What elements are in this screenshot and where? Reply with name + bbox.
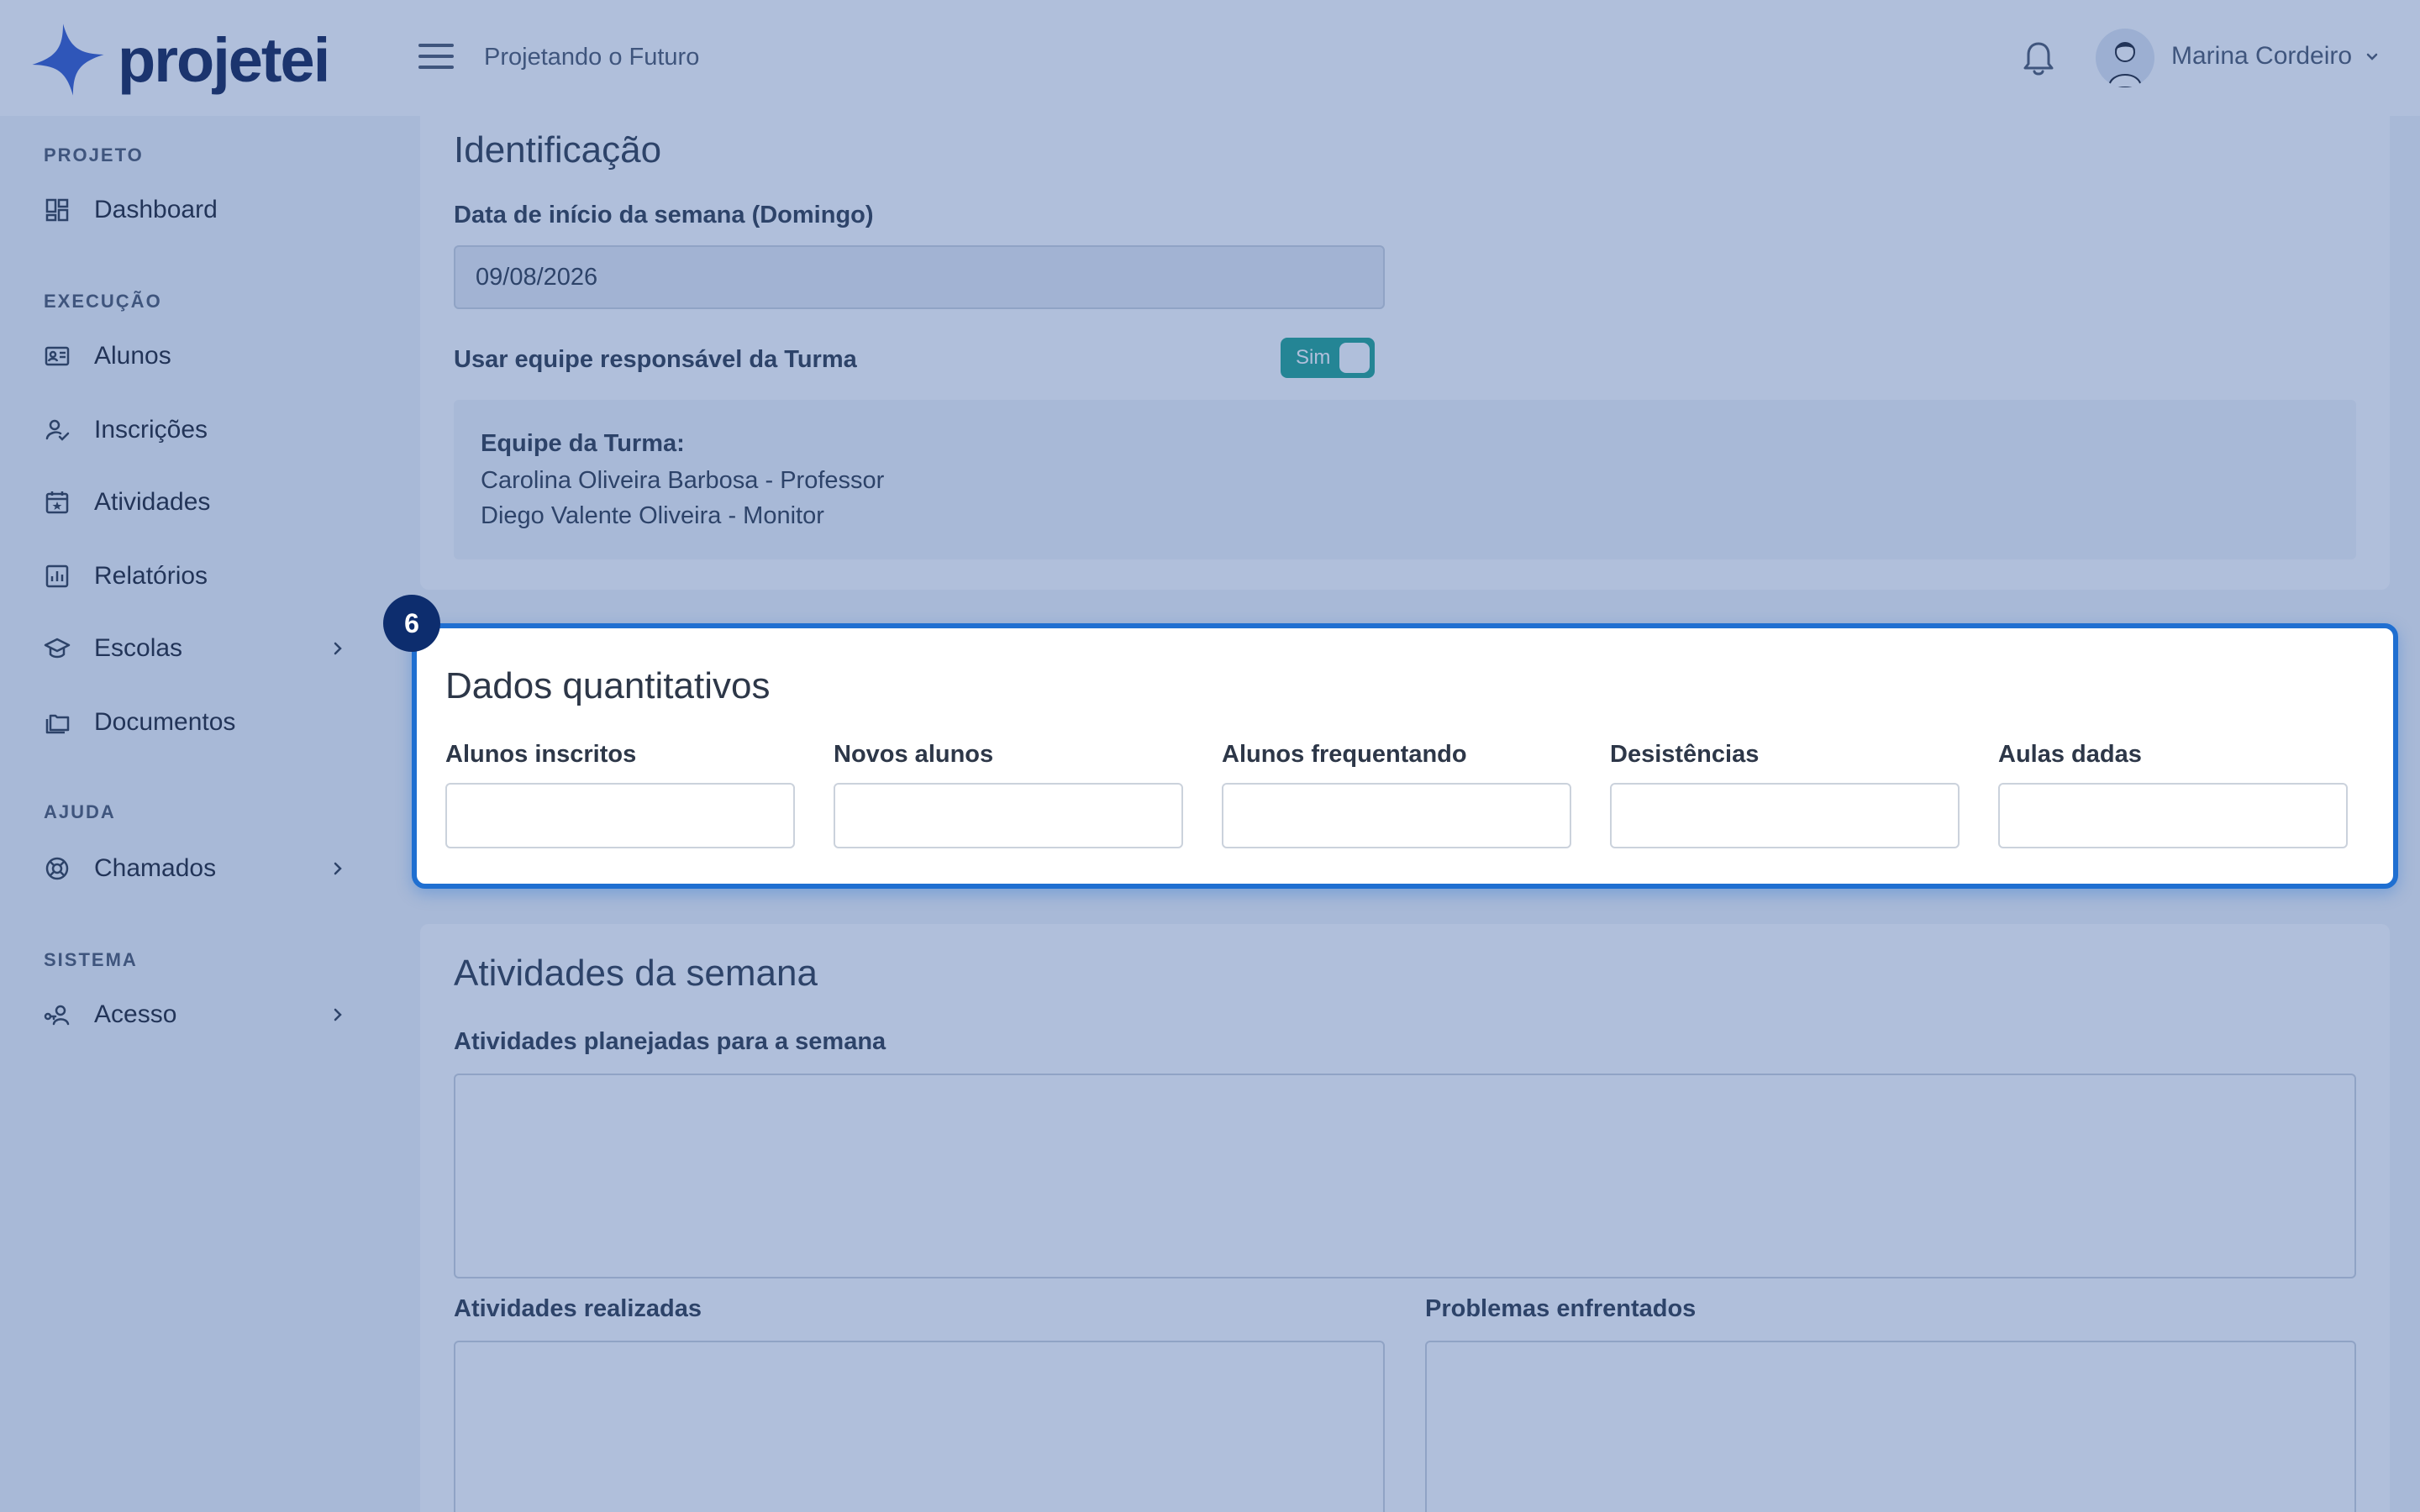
sidebar-item-label: Dashboard	[94, 196, 218, 223]
dados-quantitativos-card: Dados quantitativos Alunos inscritos Nov…	[412, 623, 2398, 889]
user-key-icon	[44, 1001, 71, 1028]
graduation-cap-icon	[44, 635, 71, 662]
user-avatar-icon	[2107, 42, 2143, 87]
sidebar-item-label: Atividades	[94, 488, 211, 516]
sidebar-item-label: Chamados	[94, 854, 217, 882]
chevron-right-icon[interactable]	[329, 640, 346, 657]
alunos-frequentando-input[interactable]	[1222, 783, 1571, 848]
menu-toggle-icon[interactable]	[418, 44, 454, 72]
use-team-toggle[interactable]: Sim	[1281, 338, 1375, 378]
toggle-knob	[1339, 343, 1370, 373]
desistencias-label: Desistências	[1610, 741, 1760, 768]
chevron-right-icon[interactable]	[329, 860, 346, 877]
user-name[interactable]: Marina Cordeiro	[2171, 42, 2352, 71]
lifebuoy-icon	[44, 855, 71, 882]
chevron-down-icon[interactable]	[2365, 49, 2380, 64]
team-info-box: Equipe da Turma: Carolina Oliveira Barbo…	[454, 400, 2356, 559]
alunos-inscritos-label: Alunos inscritos	[445, 741, 637, 768]
done-activities-label: Atividades realizadas	[454, 1295, 702, 1322]
bar-chart-icon	[44, 563, 71, 590]
sidebar-item-atividades[interactable]: Atividades	[44, 482, 346, 522]
sidebar-item-chamados[interactable]: Chamados	[44, 848, 346, 889]
sidebar-item-documentos[interactable]: Documentos	[44, 702, 346, 743]
sidebar-item-label: Acesso	[94, 1000, 177, 1028]
sidebar-item-escolas[interactable]: Escolas	[44, 628, 346, 669]
sidebar: PROJETO Dashboard EXECUÇÃO Alunos Inscri…	[0, 116, 390, 1512]
planned-activities-textarea[interactable]	[454, 1074, 2356, 1278]
dashboard-icon	[44, 197, 71, 223]
dados-quantitativos-title: Dados quantitativos	[445, 665, 771, 706]
id-card-icon	[44, 343, 71, 370]
sidebar-section-sistema: SISTEMA	[44, 949, 138, 970]
week-start-input[interactable]: 09/08/2026	[454, 245, 1385, 309]
atividades-title: Atividades da semana	[454, 953, 818, 994]
folders-icon	[44, 709, 71, 736]
project-name: Projetando o Futuro	[484, 44, 700, 71]
aulas-dadas-input[interactable]	[1998, 783, 2348, 848]
sidebar-section-ajuda: AJUDA	[44, 801, 116, 822]
sidebar-item-label: Relatórios	[94, 562, 208, 590]
aulas-dadas-label: Aulas dadas	[1998, 741, 2142, 768]
sidebar-item-inscricoes[interactable]: Inscrições	[44, 410, 346, 450]
sidebar-item-label: Alunos	[94, 342, 171, 370]
identificacao-card: Identificação Data de início da semana (…	[420, 116, 2390, 590]
sidebar-item-dashboard[interactable]: Dashboard	[44, 190, 346, 230]
team-member: Carolina Oliveira Barbosa - Professor	[481, 467, 885, 494]
planned-activities-label: Atividades planejadas para a semana	[454, 1028, 886, 1055]
star-logo-icon	[32, 24, 104, 96]
week-start-label: Data de início da semana (Domingo)	[454, 202, 874, 228]
problems-textarea[interactable]	[1425, 1341, 2356, 1512]
desistencias-input[interactable]	[1610, 783, 1960, 848]
sidebar-item-acesso[interactable]: Acesso	[44, 995, 346, 1035]
novos-alunos-input[interactable]	[834, 783, 1183, 848]
top-header: projetei Projetando o Futuro Marina Cord…	[0, 0, 2420, 116]
avatar[interactable]	[2096, 29, 2154, 87]
alunos-frequentando-label: Alunos frequentando	[1222, 741, 1467, 768]
sidebar-item-label: Escolas	[94, 634, 183, 662]
user-check-icon	[44, 417, 71, 444]
atividades-card: Atividades da semana Atividades planejad…	[420, 924, 2390, 1512]
sidebar-item-label: Inscrições	[94, 416, 208, 444]
team-member: Diego Valente Oliveira - Monitor	[481, 502, 824, 529]
alunos-inscritos-input[interactable]	[445, 783, 795, 848]
chevron-right-icon[interactable]	[329, 1006, 346, 1023]
sidebar-section-execucao: EXECUÇÃO	[44, 291, 162, 312]
sidebar-item-label: Documentos	[94, 708, 236, 736]
sidebar-item-alunos[interactable]: Alunos	[44, 336, 346, 376]
done-activities-textarea[interactable]	[454, 1341, 1385, 1512]
brand-name: projetei	[118, 24, 330, 95]
sidebar-item-relatorios[interactable]: Relatórios	[44, 556, 346, 596]
brand-logo[interactable]: projetei	[30, 22, 330, 97]
team-title: Equipe da Turma:	[481, 430, 685, 457]
use-team-label: Usar equipe responsável da Turma	[454, 346, 857, 373]
problems-label: Problemas enfrentados	[1425, 1295, 1697, 1322]
novos-alunos-label: Novos alunos	[834, 741, 994, 768]
tour-step-badge: 6	[383, 595, 440, 652]
calendar-star-icon	[44, 489, 71, 516]
bell-icon[interactable]	[2022, 40, 2055, 77]
sidebar-section-projeto: PROJETO	[44, 144, 144, 165]
identificacao-title: Identificação	[454, 129, 662, 171]
toggle-label: Sim	[1296, 346, 1331, 369]
